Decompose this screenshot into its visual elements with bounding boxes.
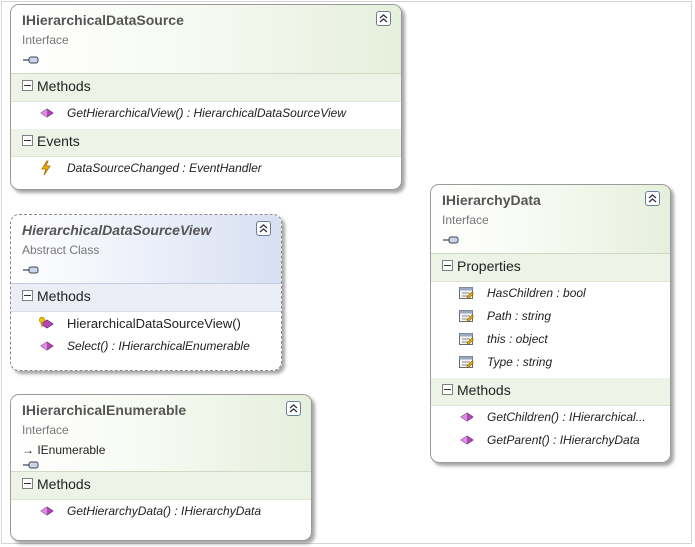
collapse-toggle[interactable] (22, 135, 33, 146)
class-title: IHierarchicalDataSource (22, 12, 184, 28)
methods-section-header[interactable]: Methods (11, 284, 281, 312)
class-box-ihierarchydata[interactable]: IHierarchyData Interface Properties HasC… (430, 184, 671, 463)
collapse-chevron-icon (259, 224, 268, 233)
section-label: Events (37, 133, 80, 149)
section-label: Methods (37, 78, 91, 94)
member-row[interactable]: GetChildren() : IHierarchical... (431, 406, 670, 429)
method-icon (460, 412, 474, 422)
class-box-ihierarchicalenumerable[interactable]: IHierarchicalEnumerable Interface → IEnu… (10, 394, 312, 541)
member-row[interactable]: HierarchicalDataSourceView() (11, 312, 281, 335)
class-title: HierarchicalDataSourceView (22, 222, 212, 238)
property-icon (459, 287, 474, 299)
property-icon (459, 356, 474, 368)
event-icon (41, 160, 51, 176)
section-label: Properties (457, 258, 521, 274)
class-box-ihierarchicaldatasource[interactable]: IHierarchicalDataSource Interface Method… (10, 4, 402, 190)
member-row[interactable]: GetHierarchicalView() : HierarchicalData… (11, 102, 401, 125)
constructor-icon (39, 317, 54, 329)
class-stereotype: Interface (22, 33, 69, 47)
collapse-toggle[interactable] (22, 80, 33, 91)
interface-lollipop-icon (23, 266, 39, 274)
collapse-button[interactable] (256, 221, 271, 236)
methods-section-header[interactable]: Methods (431, 378, 670, 406)
interface-lollipop-icon (23, 56, 39, 64)
collapse-chevron-icon (289, 404, 298, 413)
section-label: Methods (457, 382, 511, 398)
member-row[interactable]: Select() : IHierarchicalEnumerable (11, 335, 281, 358)
collapse-chevron-icon (648, 194, 657, 203)
member-text: Path : string (487, 309, 552, 323)
inherits-label: → IEnumerable (22, 443, 105, 457)
class-header: IHierarchyData Interface (431, 185, 670, 254)
collapse-button[interactable] (286, 401, 301, 416)
class-header: IHierarchicalEnumerable Interface → IEnu… (11, 395, 311, 472)
class-header: IHierarchicalDataSource Interface (11, 5, 401, 74)
collapse-button[interactable] (645, 191, 660, 206)
class-header: HierarchicalDataSourceView Abstract Clas… (11, 215, 281, 284)
member-text: HasChildren : bool (487, 286, 586, 300)
class-stereotype: Interface (442, 213, 489, 227)
member-text: GetHierarchyData() : IHierarchyData (67, 504, 262, 518)
member-row[interactable]: GetHierarchyData() : IHierarchyData (11, 500, 311, 523)
methods-section-header[interactable]: Methods (11, 74, 401, 102)
collapse-toggle[interactable] (22, 290, 33, 301)
section-label: Methods (37, 288, 91, 304)
member-text: GetChildren() : IHierarchical... (487, 410, 646, 424)
class-stereotype: Interface (22, 423, 69, 437)
member-text: Type : string (487, 355, 553, 369)
inherits-arrow-icon: → (22, 443, 34, 457)
collapse-chevron-icon (379, 14, 388, 23)
method-icon (40, 108, 54, 118)
collapse-toggle[interactable] (22, 478, 33, 489)
method-icon (40, 341, 54, 351)
member-row[interactable]: Path : string (431, 305, 670, 328)
class-box-hierarchicaldatasourceview[interactable]: HierarchicalDataSourceView Abstract Clas… (10, 214, 282, 371)
member-row[interactable]: HasChildren : bool (431, 282, 670, 305)
interface-lollipop-icon (443, 236, 459, 244)
section-label: Methods (37, 476, 91, 492)
class-stereotype: Abstract Class (22, 243, 100, 257)
collapse-toggle[interactable] (442, 260, 453, 271)
member-text: GetParent() : IHierarchyData (487, 433, 640, 447)
member-row[interactable]: Type : string (431, 351, 670, 374)
member-row[interactable]: GetParent() : IHierarchyData (431, 429, 670, 452)
collapse-button[interactable] (376, 11, 391, 26)
property-icon (459, 333, 474, 345)
methods-section-header[interactable]: Methods (11, 472, 311, 500)
member-row[interactable]: this : object (431, 328, 670, 351)
method-icon (40, 506, 54, 516)
properties-section-header[interactable]: Properties (431, 254, 670, 282)
member-text: GetHierarchicalView() : HierarchicalData… (67, 106, 346, 120)
method-icon (460, 435, 474, 445)
property-icon (459, 310, 474, 322)
member-row[interactable]: DataSourceChanged : EventHandler (11, 157, 401, 180)
member-text: this : object (487, 332, 548, 346)
member-text: HierarchicalDataSourceView() (67, 316, 241, 331)
collapse-toggle[interactable] (442, 384, 453, 395)
class-title: IHierarchicalEnumerable (22, 402, 187, 418)
member-text: Select() : IHierarchicalEnumerable (67, 339, 250, 353)
class-title: IHierarchyData (442, 192, 541, 208)
interface-lollipop-icon (23, 461, 39, 469)
member-text: DataSourceChanged : EventHandler (67, 161, 262, 175)
inherits-text: IEnumerable (37, 443, 106, 457)
events-section-header[interactable]: Events (11, 129, 401, 157)
